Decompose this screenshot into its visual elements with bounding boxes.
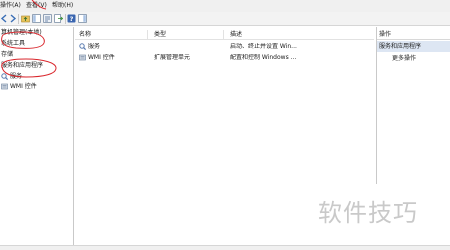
watermark-text: 软件技巧 (318, 199, 418, 227)
